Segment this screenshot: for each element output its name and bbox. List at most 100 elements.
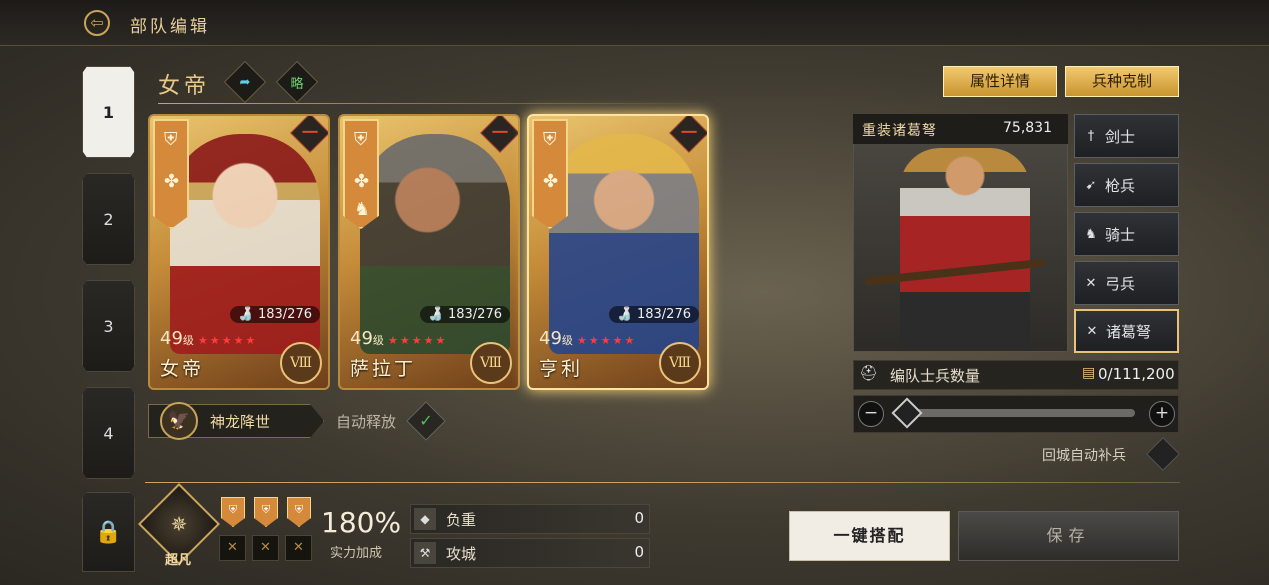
crossbow-icon: ✕ <box>1086 323 1098 339</box>
attribute-details-button[interactable]: 属性详情 <box>943 66 1057 97</box>
hero-stars: ★★★★★ <box>388 334 448 347</box>
auto-assign-button[interactable]: 一键搭配 <box>789 511 950 561</box>
soldier-count-value: 0/111,200 <box>1098 365 1175 383</box>
strategy-badge: 略 <box>290 76 304 92</box>
level-value: 49 <box>160 328 183 349</box>
hero-name: 萨拉丁 <box>350 358 417 380</box>
hero-rank-badge: Ⅷ <box>659 342 701 384</box>
share-arrow-icon: ➦ <box>239 74 251 90</box>
sword-icon: † <box>1087 128 1095 144</box>
remove-hero-button[interactable]: 一 <box>290 116 328 153</box>
unit-type-label: 枪兵 <box>1105 176 1136 195</box>
load-icon: ◆ <box>414 508 436 530</box>
level-unit: 级 <box>561 334 573 347</box>
spear-icon: ➹ <box>1085 177 1097 193</box>
increase-button[interactable]: + <box>1149 401 1175 427</box>
tab-label: 4 <box>103 423 114 443</box>
hero-name: 女帝 <box>160 358 205 380</box>
stat-value: 0 <box>634 543 644 561</box>
hero-name: 亨利 <box>539 358 584 380</box>
auto-release-checkbox[interactable]: ✓ <box>406 401 446 441</box>
unit-type-crossbow[interactable]: ✕ 诸葛弩 <box>1074 309 1179 353</box>
level-unit: 级 <box>182 334 194 347</box>
strategy-button[interactable]: 略 <box>275 60 319 104</box>
unit-count: 75,831 <box>1003 120 1052 136</box>
shield-icon: ⛨ <box>164 129 178 150</box>
decrease-button[interactable]: − <box>858 401 884 427</box>
troop-name: 女帝 <box>158 74 211 99</box>
shield-icon: ⛨ <box>254 497 278 527</box>
crossbow-icon: ✕ <box>219 535 246 561</box>
tab-2[interactable]: 2 <box>82 173 135 265</box>
hero-banner: ⛨ ✤ <box>153 119 189 229</box>
auto-release-label: 自动释放 <box>336 413 397 431</box>
hero-stamina: 🍶 183/276 <box>419 306 510 323</box>
unit-type-label: 剑士 <box>1105 127 1136 146</box>
tab-1[interactable]: 1 <box>82 66 135 158</box>
stat-value: 0 <box>634 509 644 527</box>
unit-type-knight[interactable]: ♞ 骑士 <box>1074 212 1179 256</box>
hero-card-2[interactable]: ⛨ ✤ ♞ 一 🍶 183/276 49级 ★★★★★ 萨拉丁 Ⅷ <box>338 114 520 390</box>
lock-icon: 🔒 <box>94 519 123 545</box>
tab-4[interactable]: 4 <box>82 387 135 479</box>
level-value: 49 <box>539 328 562 349</box>
hero-card-1[interactable]: ⛨ ✤ 一 🍶 183/276 49级 ★★★★★ 女帝 Ⅷ <box>148 114 330 390</box>
header-divider <box>158 103 718 104</box>
minus-icon: 一 <box>491 123 508 142</box>
unit-type-label: 诸葛弩 <box>1106 322 1152 341</box>
back-arrow-icon[interactable]: ⇦ <box>84 10 110 36</box>
eagle-icon: 🦅 <box>160 402 198 440</box>
hero-stamina: 🍶 183/276 <box>229 306 320 323</box>
unit-name: 重装诸葛弩 <box>862 123 937 139</box>
unit-figure <box>900 148 1030 348</box>
crossbow-icon: ✕ <box>285 535 312 561</box>
shield-icon: ⛨ <box>287 497 311 527</box>
clover-icon: ✤ <box>543 171 559 192</box>
check-icon: ✓ <box>419 411 433 430</box>
hero-stars: ★★★★★ <box>198 334 258 347</box>
hero-rank-badge: Ⅷ <box>280 342 322 384</box>
hero-card-3[interactable]: ⛨ ✤ 一 🍶 183/276 49级 ★★★★★ 亨利 Ⅷ <box>527 114 709 390</box>
skill-name: 神龙降世 <box>210 413 271 431</box>
hero-level: 49级 <box>350 328 384 349</box>
clover-icon: ✤ <box>164 171 180 192</box>
unit-type-spearman[interactable]: ➹ 枪兵 <box>1074 163 1179 207</box>
emblem-icon: ✵ <box>170 512 188 536</box>
tab-label: 3 <box>103 316 114 336</box>
helmet-icon: ⛑ <box>859 364 879 382</box>
tab-label: 1 <box>102 102 115 122</box>
minus-icon: 一 <box>680 123 697 142</box>
unit-type-label: 弓兵 <box>1105 274 1136 293</box>
share-button[interactable]: ➦ <box>223 60 267 104</box>
clover-icon: ✤ <box>354 171 370 192</box>
unit-type-archer[interactable]: ✕ 弓兵 <box>1074 261 1179 305</box>
auto-refill-label: 回城自动补兵 <box>1042 448 1126 464</box>
hero-stamina: 🍶 183/276 <box>608 306 699 323</box>
shield-icon: ⛨ <box>354 129 368 150</box>
auto-refill-toggle[interactable] <box>1146 437 1180 471</box>
hero-level: 49级 <box>539 328 573 349</box>
power-bonus-label: 实力加成 <box>330 546 383 561</box>
minus-icon: 一 <box>301 123 318 142</box>
stamina-value: 183/276 <box>257 307 312 322</box>
horse-icon: ♞ <box>354 199 371 220</box>
crossbow-icon: ✕ <box>252 535 279 561</box>
unit-type-swordsman[interactable]: † 剑士 <box>1074 114 1179 158</box>
hero-rank-badge: Ⅷ <box>470 342 512 384</box>
soldier-count-label: 编队士兵数量 <box>890 367 981 385</box>
tab-3[interactable]: 3 <box>82 280 135 372</box>
tab-locked[interactable]: 🔒 <box>82 492 135 572</box>
tab-label: 2 <box>103 209 114 229</box>
soldier-slider[interactable] <box>905 409 1135 417</box>
unit-counter-button[interactable]: 兵种克制 <box>1065 66 1179 97</box>
hero-stars: ★★★★★ <box>577 334 637 347</box>
page-title: 部队编辑 <box>130 17 210 37</box>
save-button[interactable]: 保存 <box>958 511 1179 561</box>
siege-icon: ⚒ <box>414 542 436 564</box>
hero-banner: ⛨ ✤ <box>532 119 568 229</box>
remove-hero-button[interactable]: 一 <box>480 116 518 153</box>
troop-rank-label: 超凡 <box>165 553 192 568</box>
shield-icon: ⛨ <box>543 129 557 150</box>
hero-level: 49级 <box>160 328 194 349</box>
remove-hero-button[interactable]: 一 <box>669 116 707 153</box>
